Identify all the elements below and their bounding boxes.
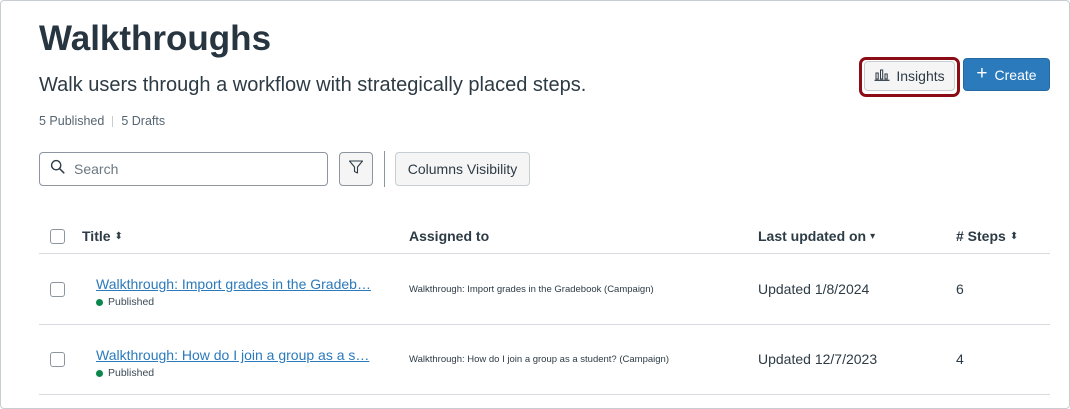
insights-button[interactable]: Insights: [864, 61, 955, 91]
row-checkbox[interactable]: [50, 352, 65, 367]
last-updated-cell: Updated 1/8/2024: [758, 281, 870, 297]
select-all-checkbox[interactable]: [50, 229, 65, 244]
drafts-count: 5 Drafts: [121, 114, 166, 128]
walkthrough-title-link[interactable]: Walkthrough: Import grades in the Gradeb…: [96, 276, 371, 292]
insights-label: Insights: [896, 68, 945, 84]
sort-icon: ⬍: [1009, 230, 1019, 242]
steps-cell: 6: [956, 281, 964, 297]
stats-divider: [112, 115, 114, 127]
row-divider: [39, 324, 1050, 325]
published-count: 5 Published: [39, 114, 105, 128]
column-header-title[interactable]: Title ⬍: [82, 228, 123, 244]
column-header-label: Assigned to: [409, 228, 490, 244]
filter-button[interactable]: [339, 152, 373, 186]
search-field[interactable]: [39, 152, 328, 186]
status-counts: 5 Published 5 Drafts: [39, 114, 165, 128]
walkthrough-title-link[interactable]: Walkthrough: How do I join a group as a …: [96, 347, 369, 363]
search-icon: [50, 159, 65, 179]
steps-cell: 4: [956, 351, 964, 367]
row-divider: [39, 394, 1050, 395]
sort-descending-icon: ▾: [870, 230, 876, 242]
walkthroughs-panel: Walkthroughs Walk users through a workfl…: [0, 0, 1070, 409]
column-header-label: # Steps: [956, 228, 1006, 244]
status-badge: Published: [96, 296, 154, 308]
last-updated-cell: Updated 12/7/2023: [758, 351, 878, 367]
column-header-last-updated[interactable]: Last updated on ▾: [758, 228, 875, 244]
published-dot-icon: [96, 298, 103, 306]
filter-icon: [348, 159, 364, 180]
columns-visibility-button[interactable]: Columns Visibility: [395, 152, 530, 186]
plus-icon: +: [976, 63, 988, 84]
assigned-to-cell: Walkthrough: Import grades in the Gradeb…: [409, 284, 654, 295]
row-checkbox[interactable]: [50, 282, 65, 297]
assigned-to-cell: Walkthrough: How do I join a group as a …: [409, 354, 669, 365]
column-header-assigned-to: Assigned to: [409, 228, 489, 244]
column-header-steps[interactable]: # Steps ⬍: [956, 228, 1018, 244]
toolbar-divider: [384, 151, 385, 187]
header-divider: [39, 253, 1050, 254]
status-label: Published: [108, 367, 155, 379]
page-title: Walkthroughs: [39, 19, 272, 58]
column-header-label: Last updated on: [758, 228, 867, 244]
create-button[interactable]: + Create: [963, 58, 1050, 91]
create-label: Create: [994, 66, 1037, 83]
column-header-label: Title: [82, 228, 111, 244]
page-subtitle: Walk users through a workflow with strat…: [39, 74, 587, 96]
sort-icon: ⬍: [114, 230, 123, 242]
bar-chart-icon: [874, 68, 890, 84]
published-dot-icon: [96, 369, 103, 377]
status-label: Published: [108, 296, 155, 308]
status-badge: Published: [96, 367, 154, 379]
search-input[interactable]: [74, 161, 304, 177]
